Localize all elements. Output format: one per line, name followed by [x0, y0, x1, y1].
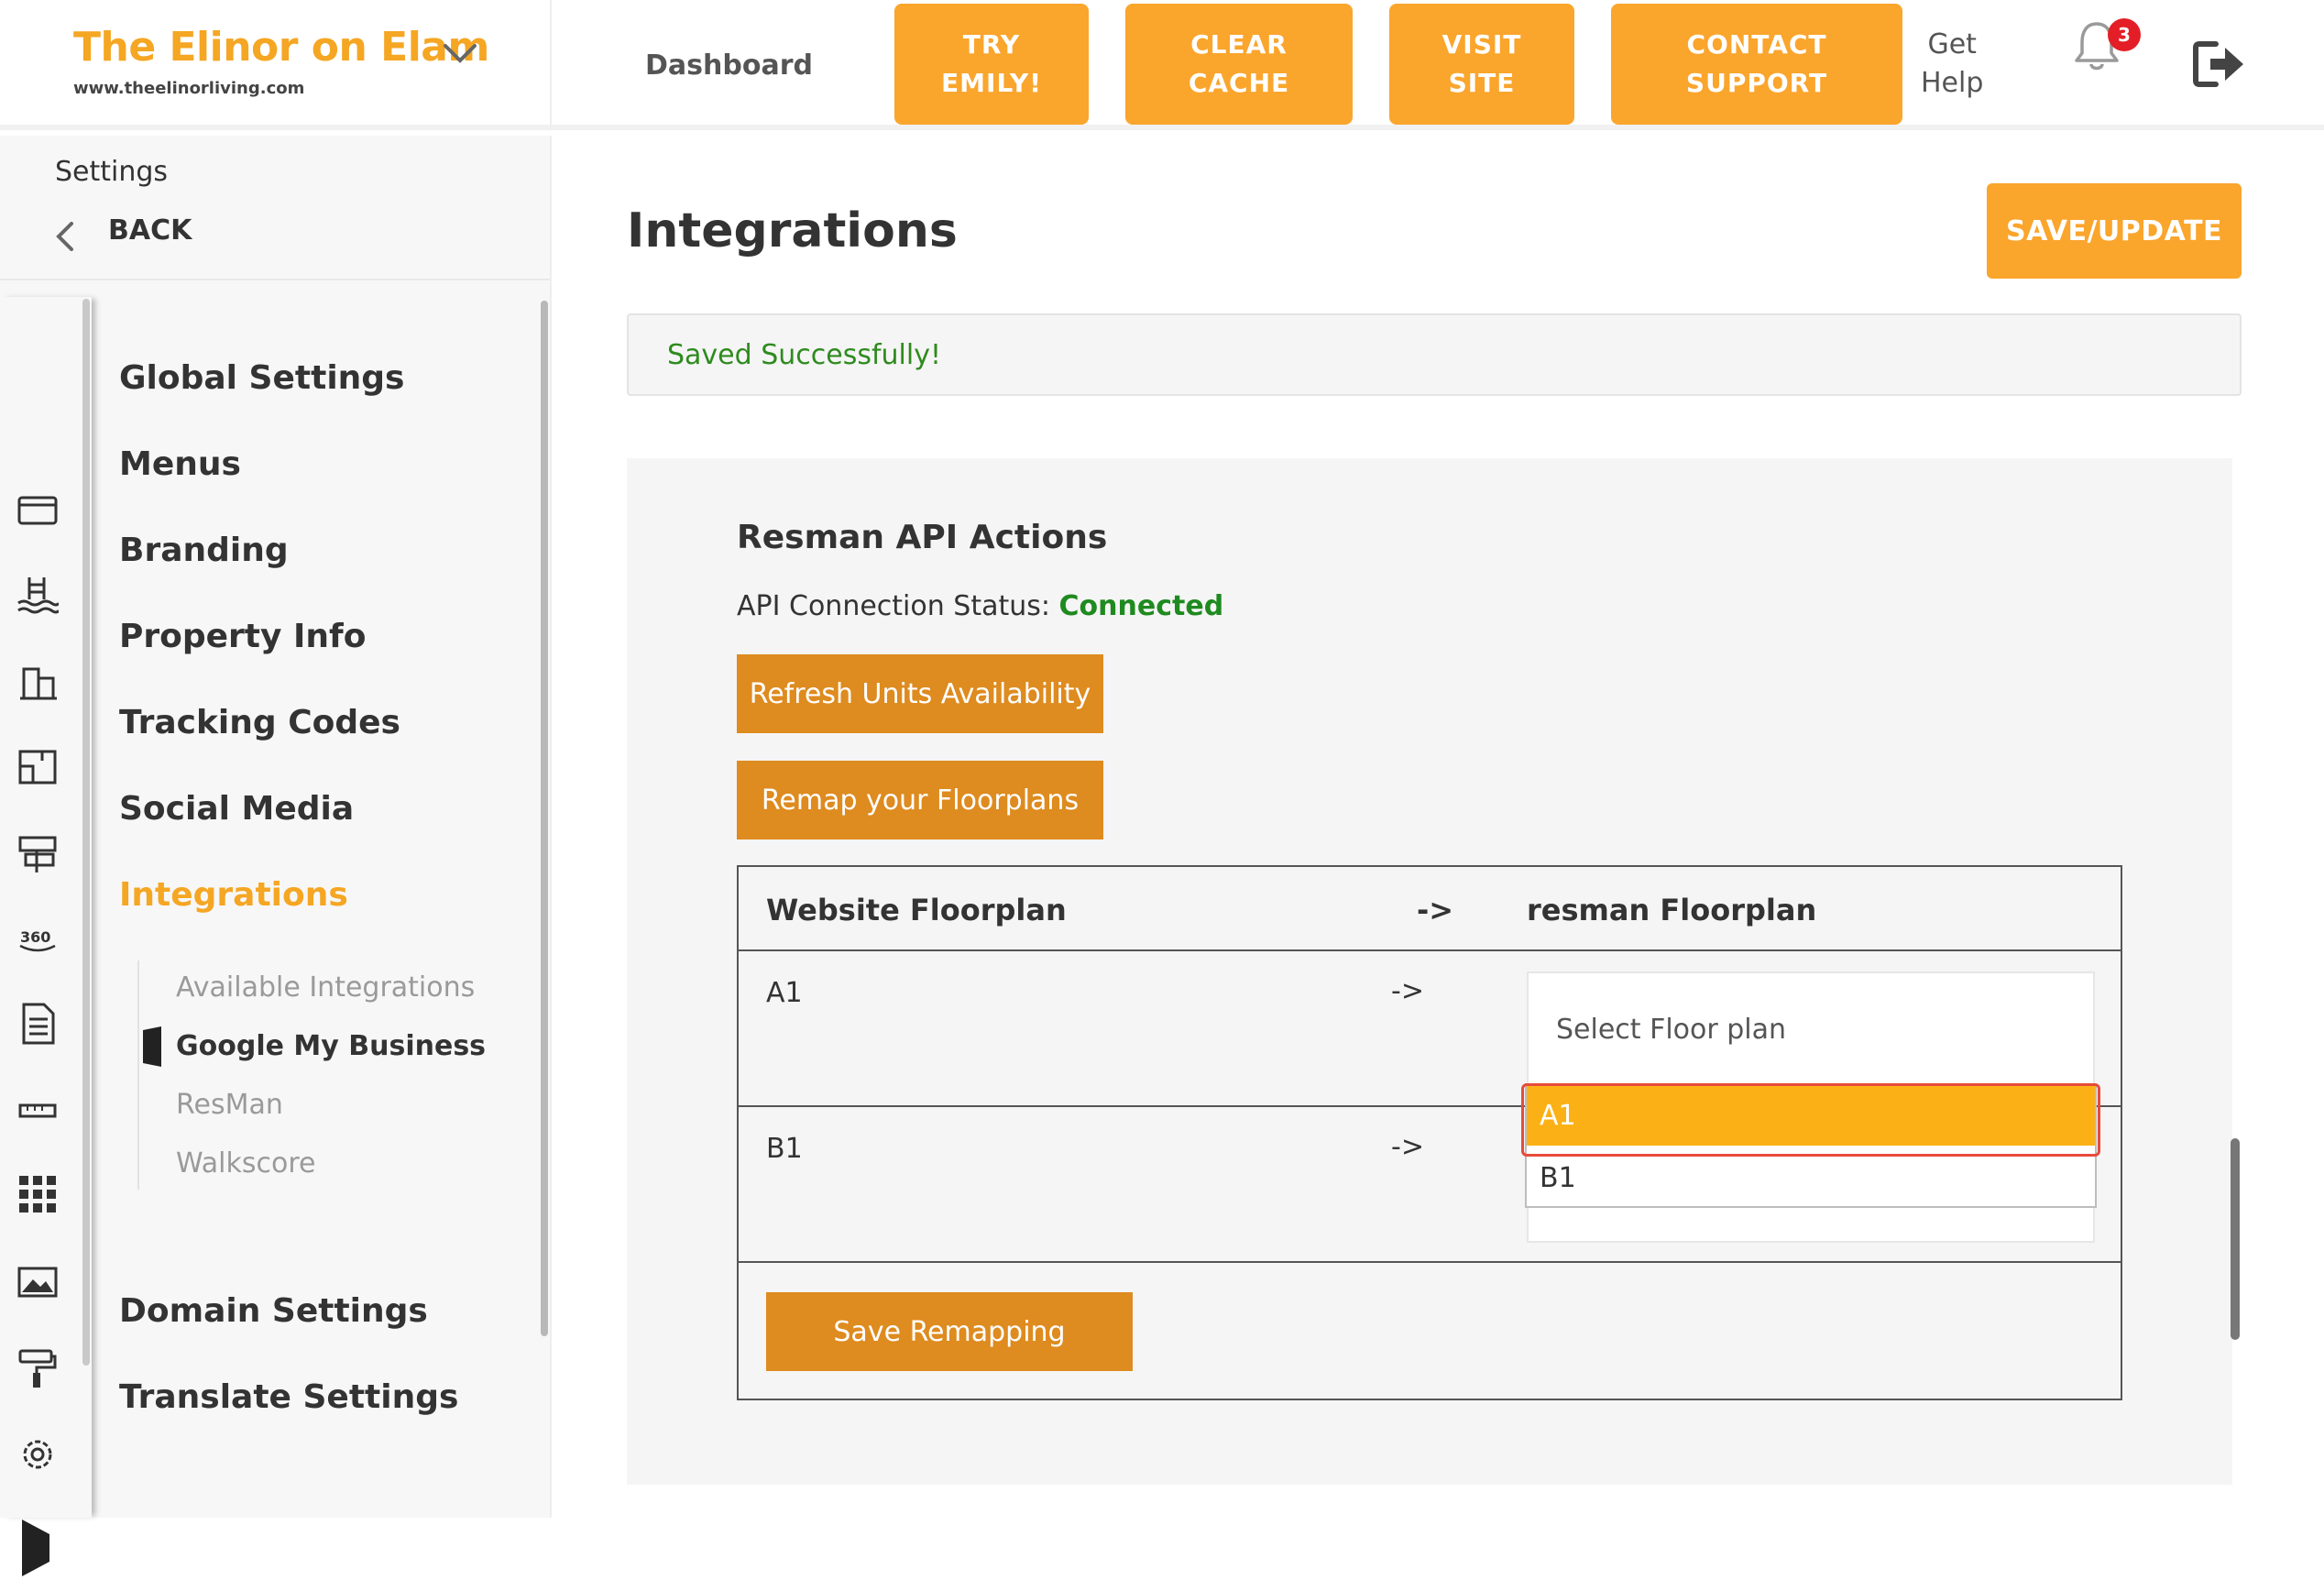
column-header-website: Website Floorplan — [766, 893, 1067, 927]
sidebar-item-branding[interactable]: Branding — [119, 532, 289, 569]
save-remapping-button[interactable]: Save Remapping — [766, 1292, 1133, 1371]
property-switcher[interactable]: The Elinor on Elam www.theelinorliving.c… — [0, 0, 552, 130]
try-emily-button[interactable]: TRY EMILY! — [894, 4, 1089, 125]
api-status-value: Connected — [1058, 590, 1224, 622]
row-divider — [739, 949, 2121, 951]
selected-option-highlight — [1521, 1083, 2100, 1157]
refresh-units-button[interactable]: Refresh Units Availability — [737, 654, 1103, 733]
column-header-arrow: -> — [1417, 893, 1454, 927]
pool-icon[interactable] — [16, 574, 59, 616]
table-row-arrow: -> — [1391, 975, 1424, 1007]
image-icon[interactable] — [16, 1261, 59, 1303]
notification-badge: 3 — [2108, 18, 2141, 51]
top-header: The Elinor on Elam www.theelinorliving.c… — [0, 0, 2324, 130]
table-row-website: B1 — [766, 1133, 803, 1165]
save-update-button[interactable]: SAVE/UPDATE — [1987, 183, 2242, 279]
subnav-item-walkscore[interactable]: Walkscore — [176, 1147, 315, 1180]
sidebar-item-integrations[interactable]: Integrations — [119, 876, 348, 914]
api-status: API Connection Status: Connected — [737, 590, 1223, 622]
sidebar-item-property-info[interactable]: Property Info — [119, 618, 366, 655]
sidebar-item-translate-settings[interactable]: Translate Settings — [119, 1378, 458, 1416]
subnav-item-google-my-business[interactable]: Google My Business — [176, 1030, 486, 1062]
sidebar-item-social-media[interactable]: Social Media — [119, 790, 354, 828]
buildings-icon[interactable] — [16, 662, 59, 704]
alert-message: Saved Successfully! — [667, 339, 942, 371]
svg-text:360: 360 — [20, 928, 50, 946]
section-title: Resman API Actions — [737, 519, 1108, 556]
back-button[interactable]: BACK — [108, 214, 192, 247]
get-help-link[interactable]: Get Help — [1921, 26, 1983, 103]
360-icon[interactable]: 360 — [16, 916, 59, 959]
ruler-icon[interactable] — [16, 1089, 59, 1131]
grid-icon[interactable] — [16, 1173, 59, 1215]
row-divider — [739, 1261, 2121, 1263]
select-placeholder: Select Floor plan — [1556, 1014, 1787, 1046]
floorplan-icon[interactable] — [16, 746, 59, 788]
column-header-resman: resman Floorplan — [1527, 893, 1817, 927]
api-status-label: API Connection Status: — [737, 590, 1059, 622]
success-alert: Saved Successfully! — [627, 313, 2242, 396]
window-icon[interactable] — [16, 489, 59, 532]
document-icon[interactable] — [16, 1003, 59, 1045]
icon-rail: 360 — [0, 297, 92, 1576]
sidebar-item-global-settings[interactable]: Global Settings — [119, 359, 404, 397]
remap-floorplans-button[interactable]: Remap your Floorplans — [737, 761, 1103, 839]
visit-site-button[interactable]: VISIT SITE — [1389, 4, 1574, 125]
logout-icon[interactable] — [2192, 38, 2247, 90]
floorplan-mapping-table: Website Floorplan -> resman Floorplan A1… — [737, 865, 2122, 1400]
table-row-arrow: -> — [1391, 1131, 1424, 1163]
sidebar-title: Settings — [55, 156, 169, 188]
sign-icon[interactable] — [16, 832, 59, 874]
contact-support-button[interactable]: CONTACT SUPPORT — [1611, 4, 1902, 125]
dashboard-link[interactable]: Dashboard — [645, 49, 813, 82]
clear-cache-button[interactable]: CLEAR CACHE — [1125, 4, 1353, 125]
gear-icon[interactable] — [16, 1433, 59, 1476]
chevron-left-icon[interactable] — [53, 220, 75, 253]
paint-roller-icon[interactable] — [16, 1347, 59, 1389]
chevron-down-icon[interactable] — [442, 40, 478, 68]
subnav-divider — [137, 960, 139, 1190]
sidebar-scrollbar[interactable] — [541, 301, 548, 1336]
sidebar-item-tracking-codes[interactable]: Tracking Codes — [119, 704, 400, 741]
sidebar-item-menus[interactable]: Menus — [119, 445, 241, 483]
settings-sidebar: Settings BACK 360 Global Settings Menus … — [0, 136, 552, 1576]
active-marker-icon — [143, 1026, 161, 1067]
sidebar-header: Settings BACK — [0, 136, 550, 280]
subnav-item-available-integrations[interactable]: Available Integrations — [176, 971, 475, 1004]
rail-scrollbar[interactable] — [82, 299, 90, 1366]
page-title: Integrations — [627, 203, 958, 258]
subnav-item-resman[interactable]: ResMan — [176, 1089, 283, 1121]
property-name: The Elinor on Elam — [73, 24, 489, 71]
property-url: www.theelinorliving.com — [73, 79, 305, 98]
sidebar-item-domain-settings[interactable]: Domain Settings — [119, 1292, 428, 1330]
table-row-website: A1 — [766, 977, 803, 1009]
page-scrollbar[interactable] — [2231, 1138, 2240, 1340]
play-icon[interactable] — [16, 1516, 59, 1580]
